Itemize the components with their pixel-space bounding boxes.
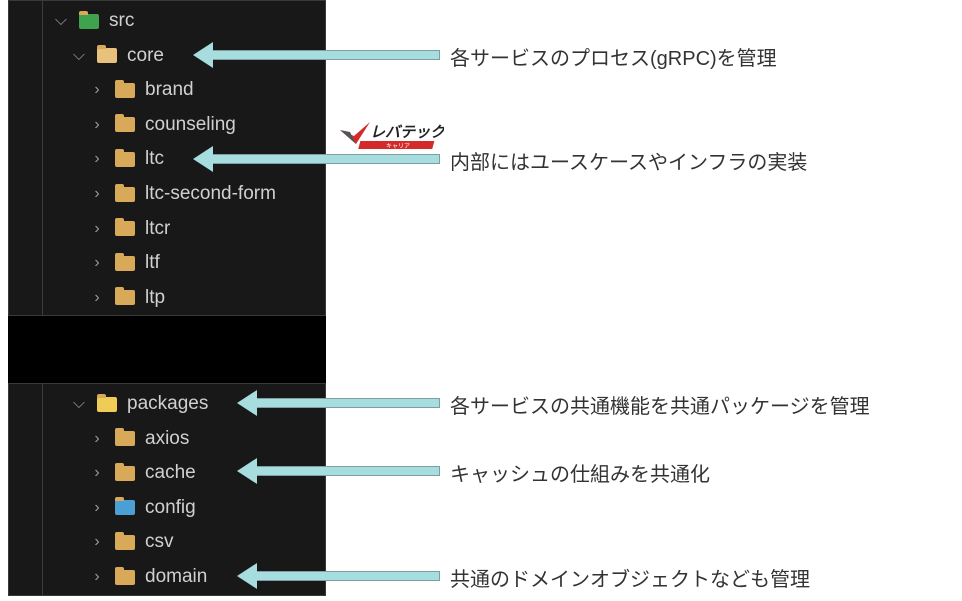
tree-item-ltf[interactable]: › ltf bbox=[89, 248, 160, 278]
source-folder-icon bbox=[79, 10, 99, 29]
annotation-ltc: 内部にはユースケースやインフラの実装 bbox=[450, 152, 808, 174]
arrow-core bbox=[193, 42, 440, 68]
folder-icon bbox=[115, 531, 135, 550]
annotation-domain: 共通のドメインオブジェクトなども管理 bbox=[450, 569, 810, 591]
tree-item-label: ltc-second-form bbox=[145, 183, 276, 204]
tree-item-ltcr[interactable]: › ltcr bbox=[89, 214, 170, 244]
svg-text:レバテック: レバテック bbox=[370, 123, 444, 141]
tree-item-axios[interactable]: › axios bbox=[89, 424, 189, 454]
folder-icon bbox=[115, 462, 135, 481]
chevron-right-icon[interactable]: › bbox=[89, 533, 105, 550]
chevron-down-icon[interactable]: ⌵ bbox=[71, 47, 87, 64]
tree-item-label: domain bbox=[145, 566, 208, 587]
tree-item-label: ltcr bbox=[145, 217, 171, 239]
annotation-packages: 各サービスの共通機能を共通パッケージを管理 bbox=[450, 396, 870, 418]
tree-item-label: brand bbox=[145, 79, 194, 101]
tree-item-label: axios bbox=[145, 427, 190, 449]
tree-item-ltc-second-form[interactable]: › ltc-second-form bbox=[89, 179, 276, 209]
tree-item-label: ltp bbox=[145, 286, 166, 308]
file-explorer-bottom: ⌵ packages › axios › cache › config › csv › domain bbox=[8, 383, 326, 596]
folder-icon bbox=[115, 252, 135, 271]
chevron-right-icon[interactable]: › bbox=[89, 568, 105, 585]
folder-icon bbox=[115, 566, 135, 585]
tree-item-label: config bbox=[145, 496, 196, 518]
tree-item-counseling[interactable]: › counseling bbox=[89, 110, 236, 140]
tree-item-csv[interactable]: › csv bbox=[89, 527, 174, 557]
tree-item-src[interactable]: ⌵ src bbox=[53, 6, 134, 36]
chevron-right-icon[interactable]: › bbox=[89, 185, 105, 202]
arrow-cache bbox=[237, 458, 440, 484]
chevron-right-icon[interactable]: › bbox=[89, 220, 105, 237]
folder-icon bbox=[115, 148, 135, 167]
tree-item-brand[interactable]: › brand bbox=[89, 75, 194, 105]
chevron-down-icon[interactable]: ⌵ bbox=[71, 395, 87, 412]
tree-item-ltc[interactable]: › ltc bbox=[89, 144, 164, 174]
cut-gap bbox=[8, 316, 326, 383]
chevron-down-icon[interactable]: ⌵ bbox=[53, 12, 69, 29]
indent-guide bbox=[42, 1, 43, 315]
tree-item-label: packages bbox=[127, 393, 209, 414]
tree-item-packages[interactable]: ⌵ packages bbox=[71, 389, 208, 419]
folder-open-icon bbox=[97, 45, 117, 64]
folder-icon bbox=[115, 287, 135, 306]
tree-item-cache[interactable]: › cache bbox=[89, 458, 196, 488]
folder-icon bbox=[115, 428, 135, 447]
chevron-right-icon[interactable]: › bbox=[89, 464, 105, 481]
tree-item-label: counseling bbox=[145, 113, 236, 135]
tree-item-domain[interactable]: › domain bbox=[89, 562, 207, 592]
arrow-domain bbox=[237, 563, 440, 589]
folder-icon bbox=[115, 114, 135, 133]
annotation-cache: キャッシュの仕組みを共通化 bbox=[450, 464, 710, 486]
arrow-packages bbox=[237, 390, 440, 416]
arrow-ltc bbox=[193, 146, 440, 172]
tree-item-label: cache bbox=[145, 462, 196, 484]
chevron-right-icon[interactable]: › bbox=[89, 116, 105, 133]
folder-icon bbox=[115, 183, 135, 202]
chevron-right-icon[interactable]: › bbox=[89, 254, 105, 271]
levtech-logo: レバテック キャリア bbox=[340, 122, 444, 150]
folder-icon bbox=[115, 79, 135, 98]
config-folder-icon bbox=[115, 497, 135, 516]
chevron-right-icon[interactable]: › bbox=[89, 81, 105, 98]
tree-item-ltp[interactable]: › ltp bbox=[89, 283, 165, 313]
tree-item-label: core bbox=[127, 44, 164, 66]
tree-item-label: ltf bbox=[145, 252, 160, 274]
tree-item-config[interactable]: › config bbox=[89, 493, 196, 523]
chevron-right-icon[interactable]: › bbox=[89, 499, 105, 516]
indent-guide bbox=[42, 384, 43, 595]
tree-item-label: ltc bbox=[145, 148, 164, 170]
folder-open-icon bbox=[97, 393, 117, 412]
chevron-right-icon[interactable]: › bbox=[89, 150, 105, 167]
chevron-right-icon[interactable]: › bbox=[89, 289, 105, 306]
chevron-right-icon[interactable]: › bbox=[89, 430, 105, 447]
annotation-core: 各サービスのプロセス(gRPC)を管理 bbox=[450, 48, 777, 70]
folder-icon bbox=[115, 218, 135, 237]
svg-text:キャリア: キャリア bbox=[386, 143, 410, 150]
tree-item-label: csv bbox=[145, 531, 174, 553]
tree-item-label: src bbox=[109, 10, 135, 31]
tree-item-core[interactable]: ⌵ core bbox=[71, 41, 164, 71]
